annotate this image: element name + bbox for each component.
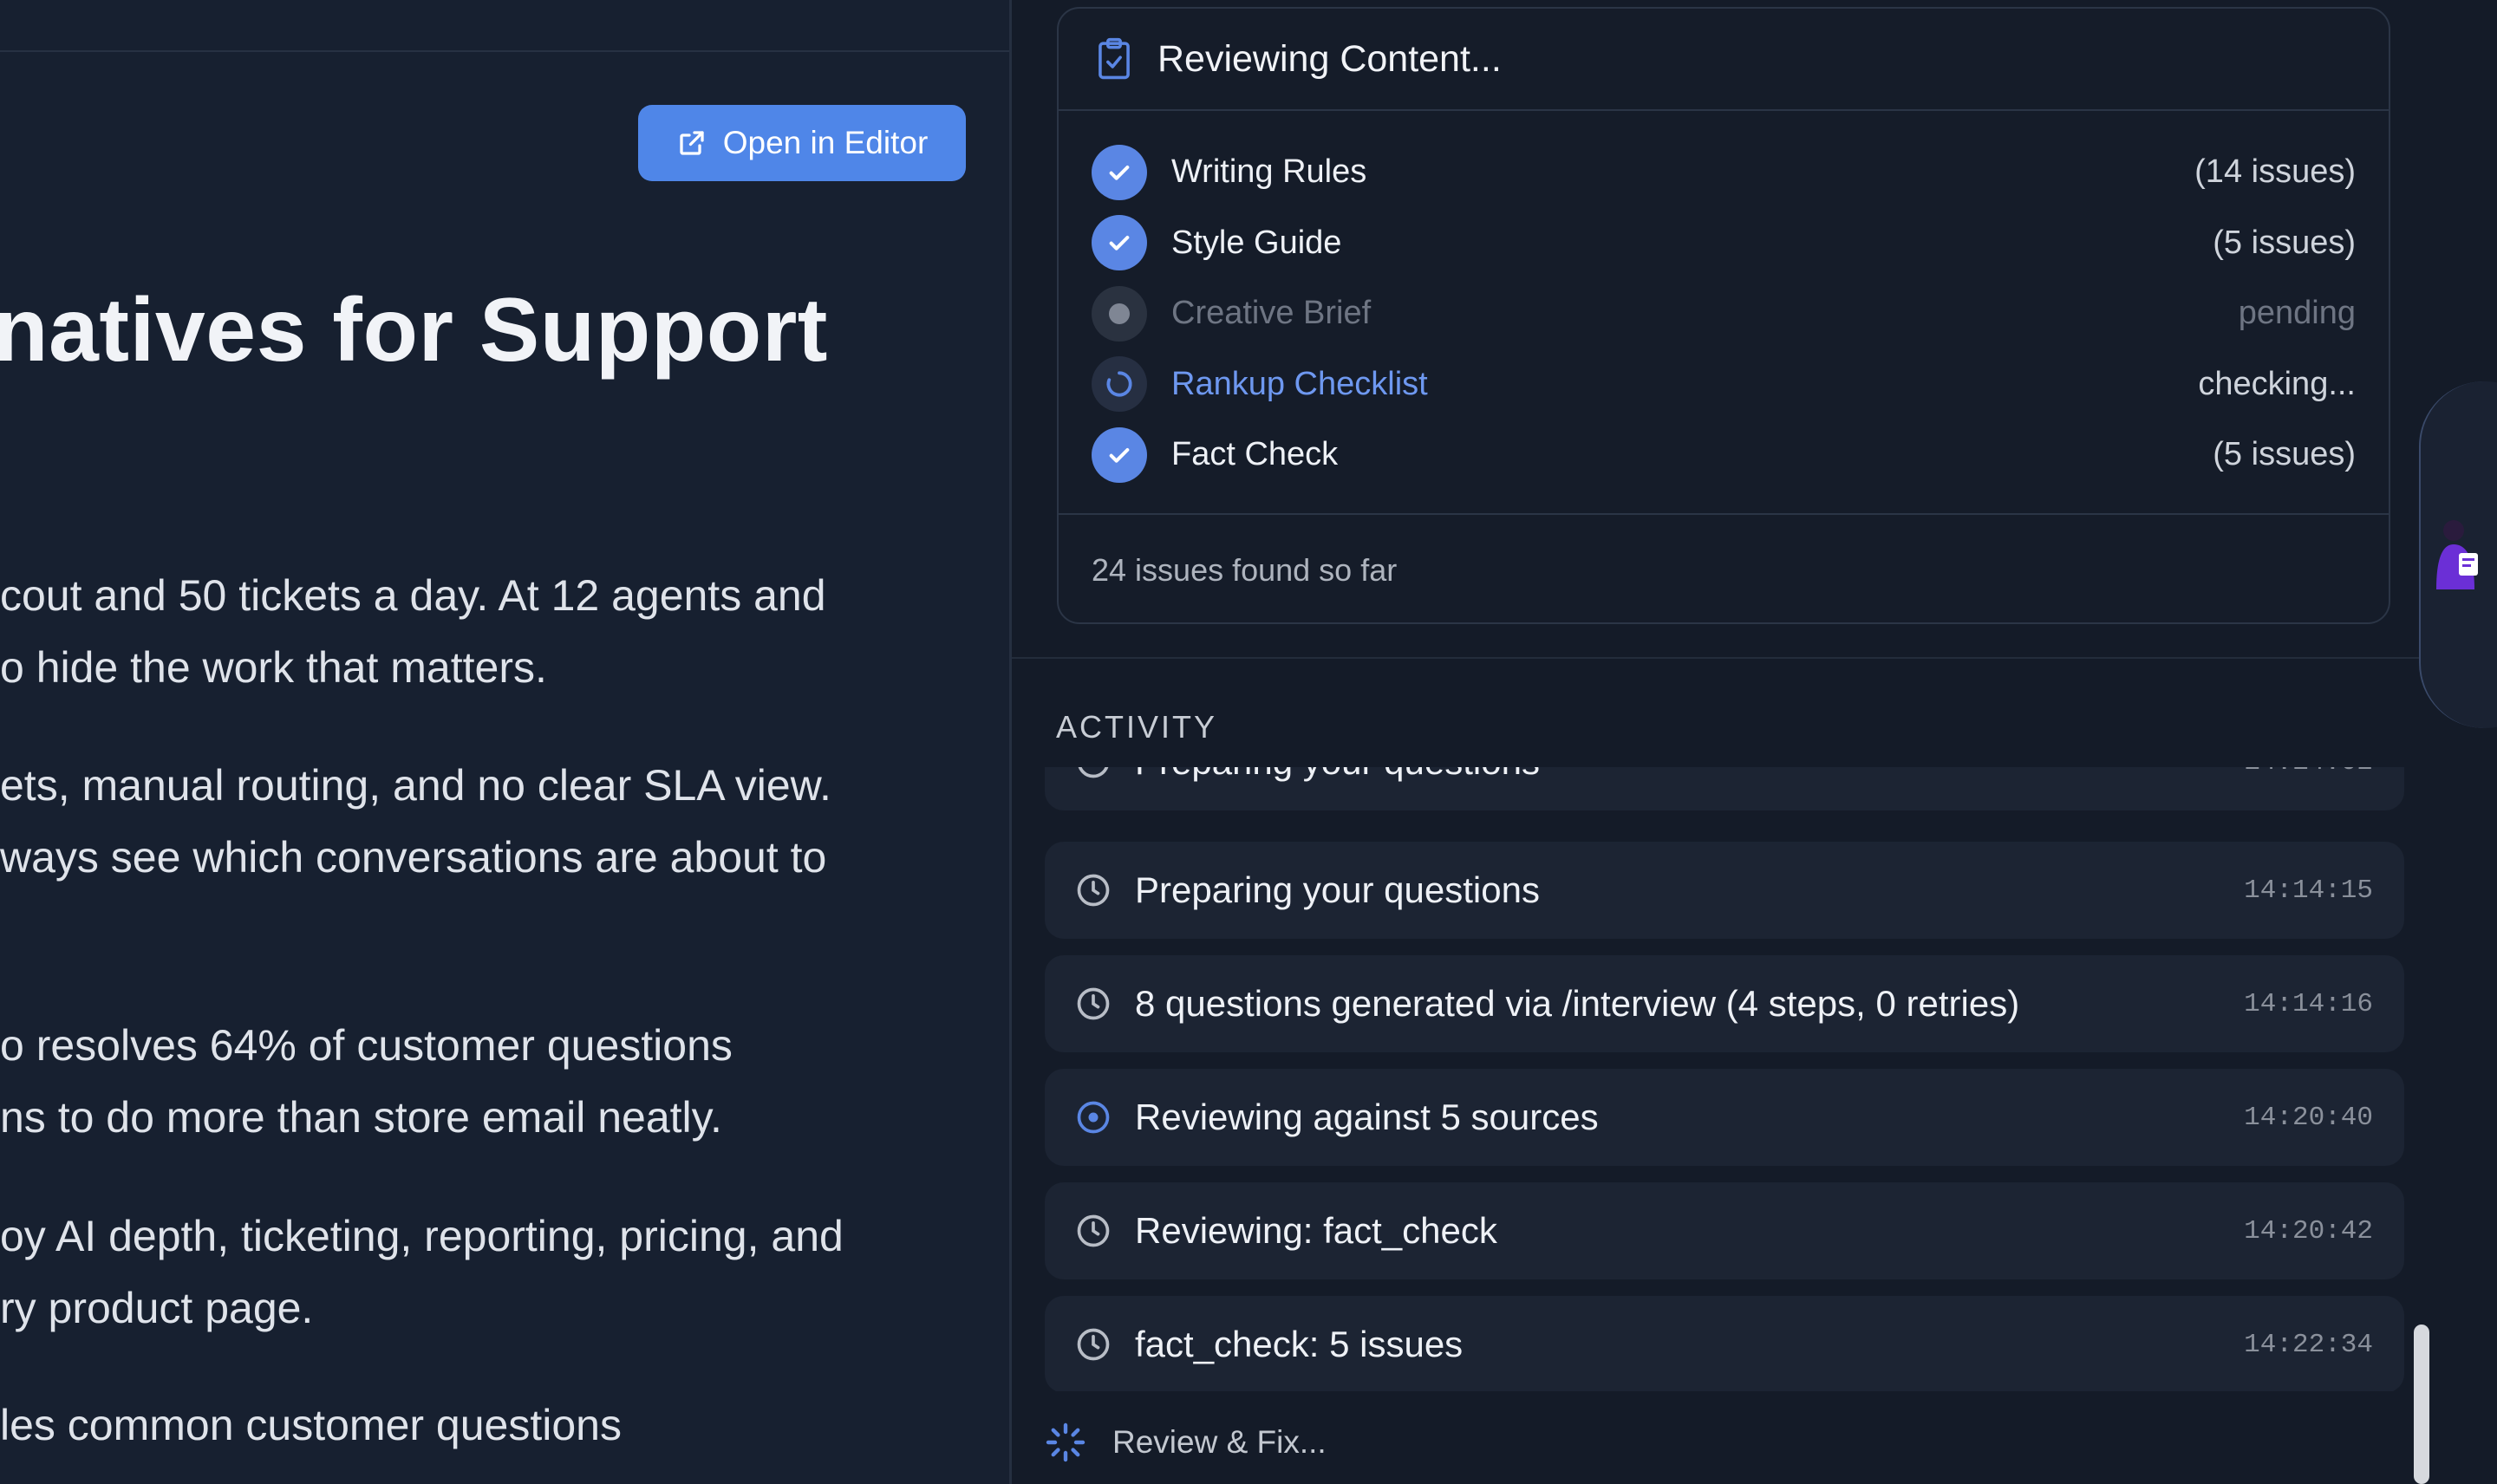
activity-time: 14:14:02	[2244, 767, 2373, 778]
article-paragraph: cout and 50 tickets a day. At 12 agents …	[0, 560, 826, 704]
pending-dot-icon	[1092, 285, 1147, 342]
activity-time: 14:14:15	[2244, 875, 2373, 906]
editor-preview-pane: Open in Editor natives for Support cout …	[0, 0, 1009, 1484]
paragraph-line: ry product page.	[0, 1284, 314, 1332]
check-item-fact-check: Fact Check (5 issues)	[1092, 420, 2356, 491]
open-in-editor-button[interactable]: Open in Editor	[638, 105, 966, 181]
activity-time: 14:20:42	[2244, 1215, 2373, 1246]
check-status: (14 issues)	[2194, 153, 2356, 191]
check-status: pending	[2238, 295, 2356, 332]
checkmark-icon	[1092, 426, 1147, 483]
review-fix-status: Review & Fix...	[1045, 1422, 1327, 1463]
checkmark-icon	[1092, 144, 1147, 200]
article-title: natives for Support	[0, 280, 828, 381]
paragraph-line: les common customer questions	[0, 1401, 622, 1449]
section-divider	[1012, 657, 2497, 659]
activity-item: Preparing your questions 14:14:15	[1045, 842, 2404, 939]
activity-text: 8 questions generated via /interview (4 …	[1135, 983, 2020, 1024]
activity-text: Preparing your questions	[1135, 767, 2244, 783]
spinner-icon	[1046, 1422, 1086, 1462]
article-paragraph: ets, manual routing, and no clear SLA vi…	[0, 750, 831, 894]
clock-icon	[1077, 1328, 1110, 1361]
activity-text: Reviewing: fact_check	[1135, 1210, 1497, 1251]
clock-icon	[1077, 1214, 1110, 1247]
activity-item: Reviewing: fact_check 14:20:42	[1045, 1182, 2404, 1279]
check-status: checking...	[2198, 365, 2356, 402]
activity-time: 14:14:16	[2244, 988, 2373, 1019]
paragraph-line: ways see which conversations are about t…	[0, 833, 827, 882]
external-link-icon	[680, 131, 704, 155]
check-status: (5 issues)	[2213, 224, 2356, 261]
article-paragraph: les common customer questions	[0, 1390, 622, 1461]
paragraph-line: ns to do more than store email neatly.	[0, 1093, 722, 1142]
open-in-editor-label: Open in Editor	[722, 125, 929, 160]
review-progress-card: Reviewing Content... Writing Rules (14 i…	[1057, 7, 2390, 624]
paragraph-line: cout and 50 tickets a day. At 12 agents …	[0, 571, 826, 620]
check-label: Writing Rules	[1171, 153, 1367, 191]
check-label: Style Guide	[1171, 224, 1342, 261]
in-progress-icon	[1077, 1101, 1110, 1134]
article-paragraph: o resolves 64% of customer questions ns …	[0, 1010, 733, 1154]
check-item-writing-rules: Writing Rules (14 issues)	[1092, 137, 2356, 208]
activity-item: Reviewing against 5 sources 14:20:40	[1045, 1069, 2404, 1166]
activity-list[interactable]: Preparing your questions 14:14:02 Prepar…	[1045, 767, 2404, 1391]
review-header: Reviewing Content...	[1059, 9, 2389, 111]
clock-icon	[1078, 767, 1109, 778]
paragraph-line: o resolves 64% of customer questions	[0, 1021, 733, 1070]
activity-time: 14:20:40	[2244, 1102, 2373, 1133]
check-label: Creative Brief	[1171, 295, 1372, 332]
activity-item: Preparing your questions 14:14:02	[1045, 767, 2404, 810]
activity-text: Reviewing against 5 sources	[1135, 1097, 1599, 1137]
issues-summary: 24 issues found so far	[1059, 513, 2389, 622]
activity-text: fact_check: 5 issues	[1135, 1324, 1464, 1364]
checkmark-icon	[1092, 215, 1147, 271]
paragraph-line: ets, manual routing, and no clear SLA vi…	[0, 761, 831, 810]
review-title: Reviewing Content...	[1157, 37, 1502, 80]
activity-text: Preparing your questions	[1135, 869, 1540, 910]
clock-icon	[1077, 987, 1110, 1020]
paragraph-line: oy AI depth, ticketing, reporting, prici…	[0, 1212, 844, 1260]
assistant-avatar-icon[interactable]	[2424, 511, 2487, 589]
check-item-rankup-checklist: Rankup Checklist checking...	[1092, 349, 2356, 420]
review-fix-label: Review & Fix...	[1112, 1424, 1327, 1460]
check-item-creative-brief: Creative Brief pending	[1092, 278, 2356, 349]
clipboard-check-icon	[1099, 37, 1130, 80]
loading-spinner-icon	[1092, 356, 1147, 413]
check-label: Fact Check	[1171, 436, 1339, 473]
check-label: Rankup Checklist	[1171, 365, 1428, 402]
activity-item: fact_check: 5 issues 14:22:34	[1045, 1296, 2404, 1391]
activity-heading: ACTIVITY	[1056, 709, 1218, 745]
paragraph-line: o hide the work that matters.	[0, 643, 547, 692]
check-status: (5 issues)	[2213, 436, 2356, 473]
review-sidebar: Reviewing Content... Writing Rules (14 i…	[1012, 0, 2497, 1484]
activity-scrollbar[interactable]	[2414, 1325, 2429, 1484]
check-item-style-guide: Style Guide (5 issues)	[1092, 208, 2356, 279]
review-checklist: Writing Rules (14 issues) Style Guide (5…	[1059, 111, 2389, 491]
activity-time: 14:22:34	[2244, 1329, 2373, 1360]
activity-item: 8 questions generated via /interview (4 …	[1045, 955, 2404, 1052]
editor-topbar	[0, 0, 1009, 52]
clock-icon	[1077, 874, 1110, 907]
article-paragraph: oy AI depth, ticketing, reporting, prici…	[0, 1201, 844, 1344]
